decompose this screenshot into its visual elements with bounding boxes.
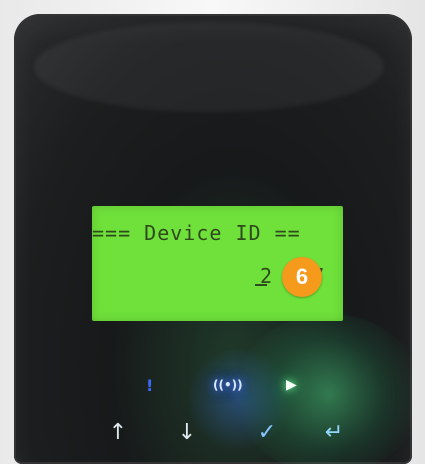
device-sheen bbox=[34, 22, 384, 112]
info-icon: ! bbox=[146, 376, 154, 395]
cursor-underline bbox=[255, 284, 267, 286]
lcd-title-line: === Device ID == bbox=[92, 221, 301, 245]
device-photo: === Device ID == 2 4 7 6 ! ((•)) ▶ ↑ ↓ ✓… bbox=[0, 0, 425, 464]
play-icon: ▶ bbox=[286, 377, 297, 393]
check-icon[interactable]: ✓ bbox=[250, 416, 284, 450]
down-arrow-icon[interactable]: ↓ bbox=[170, 416, 204, 450]
wireless-icon: ((•)) bbox=[213, 378, 243, 392]
enter-icon[interactable]: ↵ bbox=[317, 416, 351, 450]
step-badge: 6 bbox=[282, 257, 322, 297]
up-arrow-icon[interactable]: ↑ bbox=[101, 416, 135, 450]
